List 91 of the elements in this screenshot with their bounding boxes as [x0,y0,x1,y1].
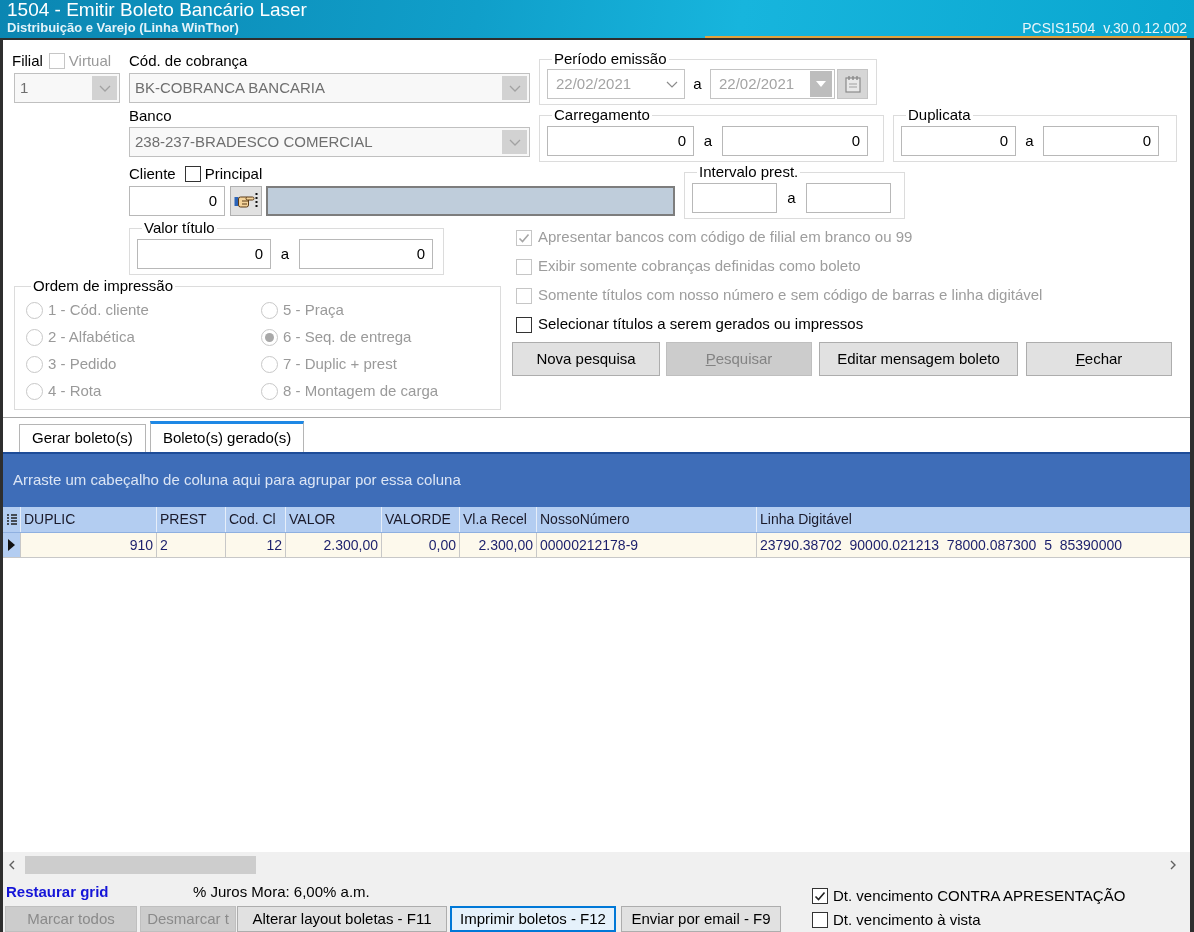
grid-cell: 2.300,00 [285,533,381,557]
checkbox-label: Apresentar bancos com código de filial em branco ou 99 [538,227,913,248]
grid-cell: 00000212178-9 [536,533,756,557]
footer-button[interactable]: Alterar layout boletas - F11 [237,906,447,932]
field-label: Cód. de cobrança [129,50,248,71]
calendar-icon [842,74,863,94]
grid-cell: 910 [20,533,156,557]
input-field[interactable]: 0 [1043,126,1159,156]
grid-row[interactable]: 910 2 12 2.300,00 0,00 2.300,00 00000212178-9 23790.38702 90000.021213 78000.087300 5 85390000 [3,533,1190,558]
checkbox-label: Exibir somente cobranças definidas como boleto [538,256,861,277]
radio-label: 4 - Rota [48,381,102,402]
group-label: Período emissão [553,50,668,68]
chevron-down-icon [92,76,117,100]
action-button[interactable]: Nova pesquisa [512,342,660,376]
field-label: Cliente [129,163,176,184]
group-label: Carregamento [553,106,651,124]
input-field[interactable]: 0 [722,126,868,156]
checkbox-label: Somente títulos com nosso número e sem código de barras e linha digitável [538,285,1043,306]
action-button[interactable]: Editar mensagem boleto [819,342,1018,376]
column-header[interactable]: Vl.a Recel [459,507,536,532]
checkbox[interactable] [812,888,828,904]
row-pointer-icon [8,539,15,551]
radio-label: 3 - Pedido [48,354,117,375]
footer-button[interactable]: Imprimir boletos - F12 [450,906,616,932]
input-field[interactable] [692,183,777,213]
grid-cell: 2.300,00 [459,533,536,557]
range-separator: a [1025,130,1034,151]
input-field[interactable]: 0 [129,186,225,216]
input-field[interactable]: 0 [901,126,1016,156]
field-label: Banco [129,105,172,126]
range-separator: a [693,73,702,94]
checkbox-label: Virtual [68,50,112,71]
radio-label: 2 - Alfabética [48,327,135,348]
grid-cell: 2 [156,533,225,557]
grid-cell: 12 [225,533,285,557]
footer-button[interactable]: Enviar por email - F9 [621,906,781,932]
column-header[interactable]: DUPLIC [20,507,156,532]
field-label: Filial [12,50,43,71]
input-field[interactable]: 0 [137,239,271,269]
chevron-right-icon[interactable] [1170,860,1176,870]
input-field[interactable]: 0 [547,126,694,156]
column-header[interactable]: VALORDE [381,507,459,532]
column-header[interactable]: NossoNúmero [536,507,756,532]
interest-rate-label: % Juros Mora: 6,00% a.m. [193,881,370,902]
horizontal-scrollbar[interactable] [3,852,1190,878]
range-separator: a [787,187,796,208]
column-header[interactable]: Cod. Cl [225,507,285,532]
checkbox[interactable] [184,166,201,182]
scrollbar-thumb[interactable] [25,856,256,874]
tab[interactable]: Gerar boleto(s) [19,424,146,452]
column-header[interactable]: Linha Digitável [756,507,1190,532]
checkbox[interactable] [516,316,532,333]
column-menu-icon[interactable] [6,513,17,526]
radio-label: 5 - Praça [283,300,344,321]
chevron-left-icon[interactable] [9,860,15,870]
action-button[interactable]: Fechar [1026,342,1172,376]
chevron-down-icon [666,80,678,88]
chevron-down-icon [502,130,527,154]
column-header[interactable]: PREST [156,507,225,532]
radio-label: 1 - Cód. cliente [48,300,149,321]
checkbox-label: Principal [204,163,263,184]
tab[interactable]: Boleto(s) gerado(s) [149,421,305,452]
window-title: 1504 - Emitir Boleto Bancário Laser [7,0,307,19]
input-field[interactable]: 0 [299,239,433,269]
calendar-button[interactable] [837,69,868,99]
client-name-field[interactable] [266,186,675,216]
window-subtitle: Distribuição e Varejo (Linha WinThor) [7,20,239,36]
group-label: Valor título [143,219,216,237]
checkbox-label: Selecionar títulos a serem gerados ou impressos [538,314,864,335]
version-label: PCSIS1504 v.30.0.12.002 [1022,20,1187,36]
radio-label: 7 - Duplic + prest [283,354,397,375]
caret-down-icon [810,71,832,97]
range-separator: a [280,243,290,264]
group-label: Duplicata [907,106,972,124]
radio-label: 6 - Seq. de entrega [283,327,412,348]
group-by-hint: Arraste um cabeçalho de coluna aqui para agrupar por essa coluna [13,470,461,491]
lookup-button[interactable] [230,186,262,216]
range-separator: a [703,130,713,151]
group-label: Intervalo prest. [698,163,800,181]
pointing-hand-icon [234,192,258,210]
column-header[interactable]: VALOR [285,507,381,532]
grid-cell: 23790.38702 90000.021213 78000.087300 5 85390000 [756,533,1190,557]
group-label: Ordem de impressão [32,277,175,295]
restore-grid-link[interactable]: Restaurar grid [6,882,109,900]
input-field[interactable] [806,183,891,213]
checkbox[interactable] [812,912,828,928]
grid-cell: 0,00 [381,533,459,557]
chevron-down-icon [502,76,527,100]
radio-label: 8 - Montagem de carga [283,381,439,402]
checkbox-label: Dt. vencimento à vista [833,909,981,930]
checkbox-label: Dt. vencimento CONTRA APRESENTAÇÃO [833,885,1126,906]
